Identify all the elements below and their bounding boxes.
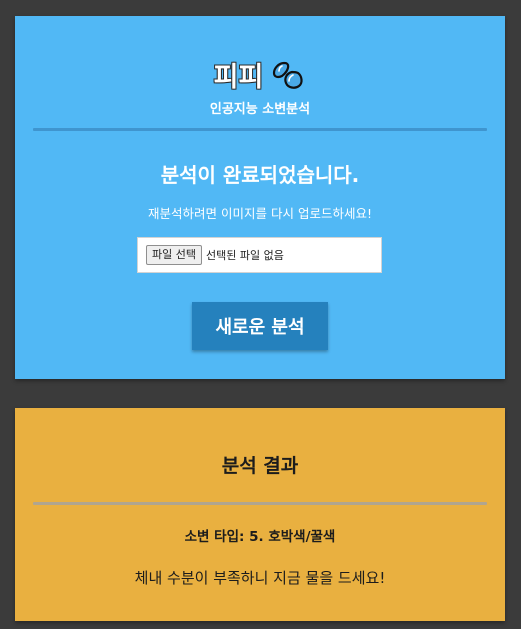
analysis-card: 피피 인공지능 소변분석 분석이 완료되었습니다. 재분석하려면 이미지를 다시… (15, 16, 505, 379)
divider (33, 128, 487, 131)
file-upload-field[interactable]: 파일 선택 선택된 파일 없음 (137, 237, 382, 273)
brand: 피피 (15, 60, 505, 96)
urine-type-text: 소변 타입: 5. 호박색/꿀색 (184, 529, 336, 545)
file-status-text: 선택된 파일 없음 (205, 249, 284, 262)
result-card: 분석 결과 소변 타입: 5. 호박색/꿀색 체내 수분이 부족하니 지금 물을… (15, 408, 505, 621)
app-subtitle: 인공지능 소변분석 (209, 102, 311, 117)
brand-name: 피피 (213, 62, 264, 93)
choose-file-button[interactable]: 파일 선택 (146, 245, 202, 265)
status-message: 재분석하려면 이미지를 다시 업로드하세요! (148, 206, 372, 221)
water-drops-icon (270, 60, 306, 96)
new-analysis-button[interactable]: 새로운 분석 (192, 302, 328, 350)
status-title: 분석이 완료되었습니다. (160, 163, 360, 187)
result-title: 분석 결과 (221, 455, 299, 477)
advice-text: 체내 수분이 부족하니 지금 물을 드세요! (134, 569, 386, 587)
divider (33, 502, 487, 505)
